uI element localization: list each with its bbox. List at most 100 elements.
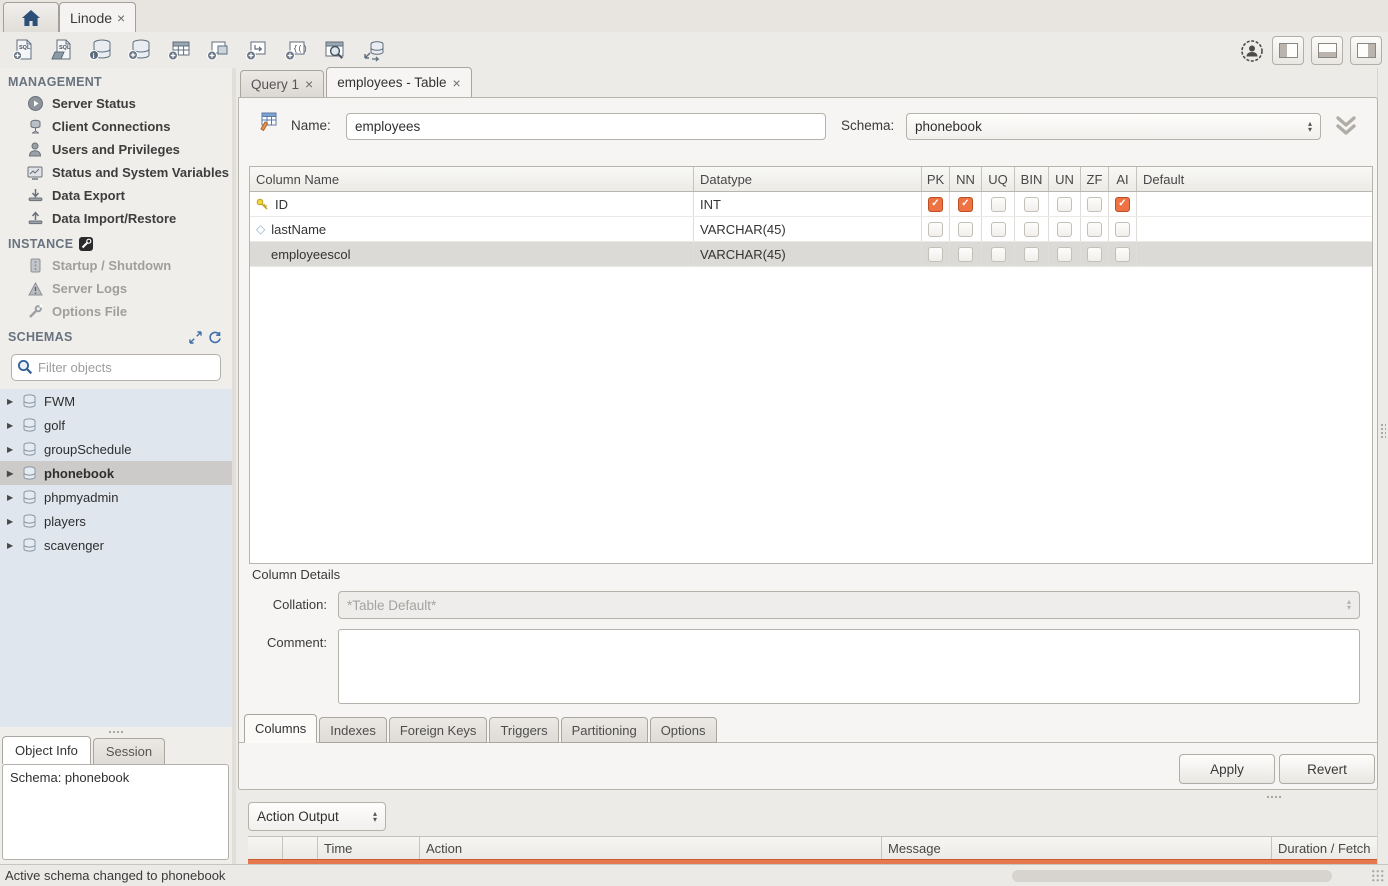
- sidebar-item-status-system-variables[interactable]: Status and System Variables: [0, 161, 232, 184]
- table-search-icon[interactable]: [322, 37, 348, 63]
- expander-icon[interactable]: ▶: [7, 469, 15, 478]
- sidebar-item-server-status[interactable]: Server Status: [0, 92, 232, 115]
- schema-item-phpmyadmin[interactable]: ▶ phpmyadmin: [0, 485, 232, 509]
- pk-checkbox[interactable]: ✓: [928, 222, 943, 237]
- pk-checkbox[interactable]: ✓: [928, 197, 943, 212]
- header-default[interactable]: Default: [1137, 167, 1372, 191]
- schema-item-golf[interactable]: ▶ golf: [0, 413, 232, 437]
- schema-item-phonebook[interactable]: ▶ phonebook: [0, 461, 232, 485]
- tab-employees-table[interactable]: employees - Table ×: [326, 67, 472, 97]
- zf-checkbox[interactable]: ✓: [1087, 222, 1102, 237]
- column-row-id[interactable]: ID INT ✓ ✓ ✓ ✓ ✓ ✓ ✓: [250, 192, 1372, 217]
- tab-session[interactable]: Session: [93, 738, 165, 764]
- schema-item-scavenger[interactable]: ▶ scavenger: [0, 533, 232, 557]
- tab-columns[interactable]: Columns: [244, 714, 317, 743]
- create-view-icon[interactable]: [205, 37, 231, 63]
- uq-checkbox[interactable]: ✓: [991, 222, 1006, 237]
- toggle-bottom-panel-button[interactable]: [1311, 36, 1343, 65]
- create-function-icon[interactable]: {(): [283, 37, 309, 63]
- column-default[interactable]: [1137, 217, 1372, 241]
- bin-checkbox[interactable]: ✓: [1024, 247, 1039, 262]
- column-row-employeescol[interactable]: employeescol VARCHAR(45) ✓ ✓ ✓ ✓ ✓ ✓ ✓: [250, 242, 1372, 267]
- close-icon[interactable]: ×: [117, 10, 125, 26]
- close-icon[interactable]: ×: [453, 75, 461, 91]
- sidebar-item-server-logs[interactable]: Server Logs: [0, 277, 232, 300]
- output-selector[interactable]: Action Output ▴▾: [248, 802, 386, 831]
- sidebar-item-startup-shutdown[interactable]: Startup / Shutdown: [0, 254, 232, 277]
- tab-foreign-keys[interactable]: Foreign Keys: [389, 717, 488, 743]
- expand-schemas-icon[interactable]: [189, 331, 202, 344]
- nn-checkbox[interactable]: ✓: [958, 222, 973, 237]
- header-column-name[interactable]: Column Name: [250, 167, 694, 191]
- header-pk[interactable]: PK: [922, 167, 950, 191]
- tab-options[interactable]: Options: [650, 717, 717, 743]
- toggle-right-panel-button[interactable]: [1350, 36, 1382, 65]
- right-panel-collapsed-strip[interactable]: [1377, 68, 1388, 864]
- schema-filter-input[interactable]: [11, 354, 221, 381]
- header-datatype[interactable]: Datatype: [694, 167, 922, 191]
- sidebar-item-client-connections[interactable]: Client Connections: [0, 115, 232, 138]
- window-resize-grip[interactable]: [1371, 869, 1385, 883]
- schema-inspector-icon[interactable]: i: [88, 37, 114, 63]
- ai-checkbox[interactable]: ✓: [1115, 247, 1130, 262]
- column-default[interactable]: [1137, 242, 1372, 266]
- un-checkbox[interactable]: ✓: [1057, 247, 1072, 262]
- revert-button[interactable]: Revert: [1279, 754, 1375, 784]
- apply-button[interactable]: Apply: [1179, 754, 1275, 784]
- open-sql-script-icon[interactable]: SQL: [49, 37, 75, 63]
- un-checkbox[interactable]: ✓: [1057, 222, 1072, 237]
- sidebar-item-options-file[interactable]: Options File: [0, 300, 232, 323]
- output-header-action[interactable]: Action: [420, 837, 882, 859]
- column-row-lastname[interactable]: ◇lastName VARCHAR(45) ✓ ✓ ✓ ✓ ✓ ✓ ✓: [250, 217, 1372, 242]
- home-tab[interactable]: [3, 2, 59, 33]
- expander-icon[interactable]: ▶: [7, 421, 15, 430]
- header-ai[interactable]: AI: [1109, 167, 1137, 191]
- tab-indexes[interactable]: Indexes: [319, 717, 387, 743]
- header-un[interactable]: UN: [1049, 167, 1081, 191]
- expander-icon[interactable]: ▶: [7, 445, 15, 454]
- uq-checkbox[interactable]: ✓: [991, 197, 1006, 212]
- schema-item-players[interactable]: ▶ players: [0, 509, 232, 533]
- bin-checkbox[interactable]: ✓: [1024, 197, 1039, 212]
- expander-icon[interactable]: ▶: [7, 397, 15, 406]
- schema-select[interactable]: phonebook ▴▾: [906, 113, 1321, 140]
- tab-object-info[interactable]: Object Info: [2, 736, 91, 764]
- ai-checkbox[interactable]: ✓: [1115, 197, 1130, 212]
- output-header-time[interactable]: Time: [318, 837, 420, 859]
- sidebar-item-data-export[interactable]: Data Export: [0, 184, 232, 207]
- tab-partitioning[interactable]: Partitioning: [561, 717, 648, 743]
- bin-checkbox[interactable]: ✓: [1024, 222, 1039, 237]
- data-transfer-icon[interactable]: [361, 37, 387, 63]
- output-splitter[interactable]: [1266, 795, 1282, 800]
- zf-checkbox[interactable]: ✓: [1087, 197, 1102, 212]
- expander-icon[interactable]: ▶: [7, 517, 15, 526]
- nn-checkbox[interactable]: ✓: [958, 197, 973, 212]
- output-header-message[interactable]: Message: [882, 837, 1272, 859]
- close-icon[interactable]: ×: [305, 76, 313, 92]
- nn-checkbox[interactable]: ✓: [958, 247, 973, 262]
- uq-checkbox[interactable]: ✓: [991, 247, 1006, 262]
- user-account-icon[interactable]: [1239, 38, 1265, 64]
- new-sql-editor-icon[interactable]: SQL: [10, 37, 36, 63]
- create-schema-icon[interactable]: [127, 37, 153, 63]
- header-nn[interactable]: NN: [950, 167, 982, 191]
- sidebar-item-users-privileges[interactable]: Users and Privileges: [0, 138, 232, 161]
- expander-icon[interactable]: ▶: [7, 493, 15, 502]
- connection-tab[interactable]: Linode ×: [59, 2, 136, 33]
- expander-icon[interactable]: ▶: [7, 541, 15, 550]
- tab-query-1[interactable]: Query 1 ×: [240, 70, 324, 97]
- schema-item-fwm[interactable]: ▶ FWM: [0, 389, 232, 413]
- create-table-icon[interactable]: [166, 37, 192, 63]
- table-name-input[interactable]: [346, 113, 826, 140]
- column-default[interactable]: [1137, 192, 1372, 216]
- toggle-left-panel-button[interactable]: [1272, 36, 1304, 65]
- tab-triggers[interactable]: Triggers: [489, 717, 558, 743]
- create-procedure-icon[interactable]: [244, 37, 270, 63]
- expand-header-chevron-icon[interactable]: [1334, 115, 1358, 137]
- header-bin[interactable]: BIN: [1015, 167, 1049, 191]
- header-uq[interactable]: UQ: [982, 167, 1015, 191]
- zf-checkbox[interactable]: ✓: [1087, 247, 1102, 262]
- collation-select[interactable]: *Table Default* ▴▾: [338, 591, 1360, 619]
- output-header-status-icon-col[interactable]: [248, 837, 283, 859]
- output-header-index-col[interactable]: [283, 837, 318, 859]
